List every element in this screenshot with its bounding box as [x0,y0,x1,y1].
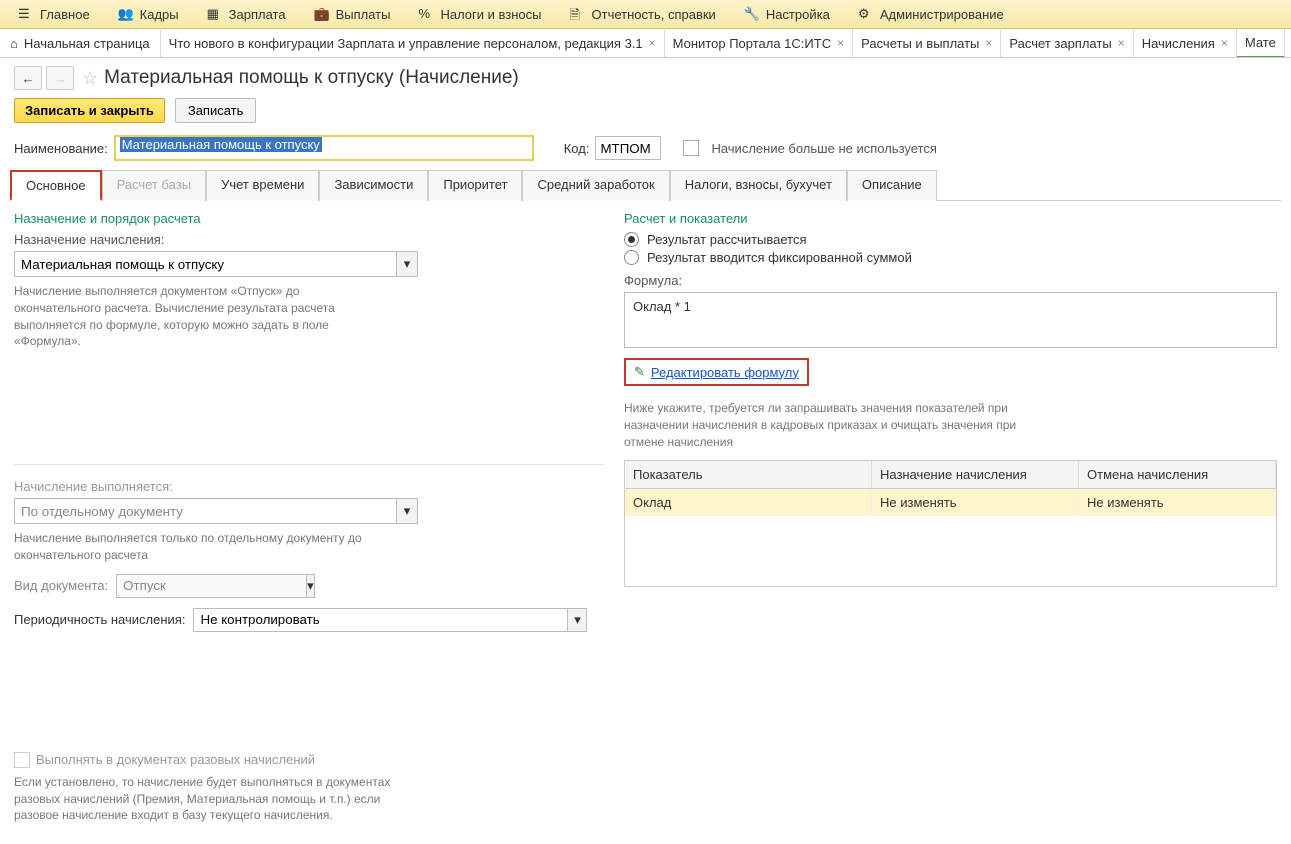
tab-desc[interactable]: Описание [847,170,937,201]
purpose-help: Начисление выполняется документом «Отпус… [14,283,384,350]
th-indicator: Показатель [625,461,872,488]
close-icon[interactable]: × [1118,36,1125,50]
table-help: Ниже укажите, требуется ли запрашивать з… [624,400,1024,450]
period-select[interactable]: ▾ [193,608,587,632]
name-label: Наименование: [14,141,108,156]
radio-icon[interactable] [624,232,639,247]
nav-hr[interactable]: 👥Кадры [104,0,193,28]
radio-icon[interactable] [624,250,639,265]
save-button[interactable]: Записать [175,98,257,123]
gear-icon: ⚙ [858,6,874,22]
th-cancel: Отмена начисления [1079,461,1276,488]
indicators-table: Показатель Назначение начисления Отмена … [624,460,1277,587]
tab-base[interactable]: Расчет базы [102,170,207,201]
nav-admin[interactable]: ⚙Администрирование [844,0,1018,28]
title-bar: ← → ☆ Материальная помощь к отпуску (Нач… [0,58,1291,94]
tab-deps[interactable]: Зависимости [319,170,428,201]
tab-accruals[interactable]: Начисления× [1134,29,1237,57]
nav-back-button[interactable]: ← [14,66,42,90]
tab-home[interactable]: ⌂Начальная страница [0,29,161,57]
tab-portal[interactable]: Монитор Портала 1С:ИТС× [665,29,853,57]
nav-forward-button[interactable]: → [46,66,74,90]
chevron-down-icon: ▾ [397,498,418,524]
period-label: Периодичность начисления: [14,612,185,627]
nav-main[interactable]: ☰Главное [4,0,104,28]
tab-tax[interactable]: Налоги, взносы, бухучет [670,170,847,201]
edit-formula-link[interactable]: ✎ Редактировать формулу [624,358,809,386]
pencil-icon: ✎ [634,364,645,380]
purpose-select[interactable]: ▾ [14,251,418,277]
close-icon[interactable]: × [649,36,656,50]
page-title: Материальная помощь к отпуску (Начислени… [104,67,519,89]
home-icon: ⌂ [10,36,18,51]
header-fields: Наименование: Материальная помощь к отпу… [0,133,1291,169]
doc-type-label: Вид документа: [14,578,108,593]
close-icon[interactable]: × [837,36,844,50]
main-menu: ☰Главное 👥Кадры ▦Зарплата 💼Выплаты %Нало… [0,0,1291,29]
table-icon: ▦ [207,6,223,22]
radio-fixed[interactable]: Результат вводится фиксированной суммой [624,250,1277,265]
tab-time[interactable]: Учет времени [206,170,319,201]
onetime-help: Если установлено, то начисление будет вы… [14,774,414,824]
doc-icon: 🗎 [570,6,586,22]
chevron-down-icon: ▾ [307,574,315,598]
tab-average[interactable]: Средний заработок [522,170,669,201]
unused-checkbox[interactable] [683,140,699,156]
tab-content: Назначение и порядок расчета Назначение … [0,201,1291,844]
nav-payments[interactable]: 💼Выплаты [300,0,405,28]
close-icon[interactable]: × [1221,36,1228,50]
save-close-button[interactable]: Записать и закрыть [14,98,165,123]
chevron-down-icon[interactable]: ▾ [397,251,418,277]
menu-icon: ☰ [18,6,34,22]
percent-icon: % [418,6,434,22]
onetime-label: Выполнять в документах разовых начислени… [36,752,315,767]
people-icon: 👥 [118,6,134,22]
name-input[interactable]: Материальная помощь к отпуску [114,135,534,161]
radio-calculated[interactable]: Результат рассчитывается [624,232,1277,247]
tab-payments[interactable]: Расчеты и выплаты× [853,29,1001,57]
nav-settings[interactable]: 🔧Настройка [730,0,844,28]
nav-reports[interactable]: 🗎Отчетность, справки [556,0,730,28]
tab-priority[interactable]: Приоритет [428,170,522,201]
table-row[interactable]: Оклад Не изменять Не изменять [625,489,1276,516]
wallet-icon: 💼 [314,6,330,22]
code-label: Код: [564,141,590,156]
exec-label: Начисление выполняется: [14,479,604,494]
unused-label: Начисление больше не используется [711,141,936,156]
exec-help: Начисление выполняется только по отдельн… [14,530,384,564]
section-calc: Расчет и показатели [624,211,1277,226]
nav-taxes[interactable]: %Налоги и взносы [404,0,555,28]
doc-type-select: ▾ [116,574,286,598]
toolbar: Записать и закрыть Записать [0,94,1291,133]
right-column: Расчет и показатели Результат рассчитыва… [624,211,1277,834]
favorite-icon[interactable]: ☆ [82,68,98,89]
window-tabs: ⌂Начальная страница Что нового в конфигу… [0,29,1291,58]
purpose-label: Назначение начисления: [14,232,604,247]
th-assign: Назначение начисления [872,461,1079,488]
tab-main[interactable]: Основное [10,170,102,201]
close-icon[interactable]: × [985,36,992,50]
section-purpose: Назначение и порядок расчета [14,211,604,226]
code-input[interactable] [595,136,661,160]
formula-box: Оклад * 1 [624,292,1277,348]
tab-current[interactable]: Мате [1237,29,1285,58]
chevron-down-icon[interactable]: ▾ [568,608,587,632]
left-column: Назначение и порядок расчета Назначение … [14,211,604,834]
wrench-icon: 🔧 [744,6,760,22]
onetime-checkbox [14,752,30,768]
tab-payroll[interactable]: Расчет зарплаты× [1001,29,1133,57]
exec-select: ▾ [14,498,418,524]
detail-tabs: Основное Расчет базы Учет времени Зависи… [10,169,1281,201]
formula-label: Формула: [624,273,1277,288]
nav-salary[interactable]: ▦Зарплата [193,0,300,28]
tab-whatsnew[interactable]: Что нового в конфигурации Зарплата и упр… [161,29,665,57]
